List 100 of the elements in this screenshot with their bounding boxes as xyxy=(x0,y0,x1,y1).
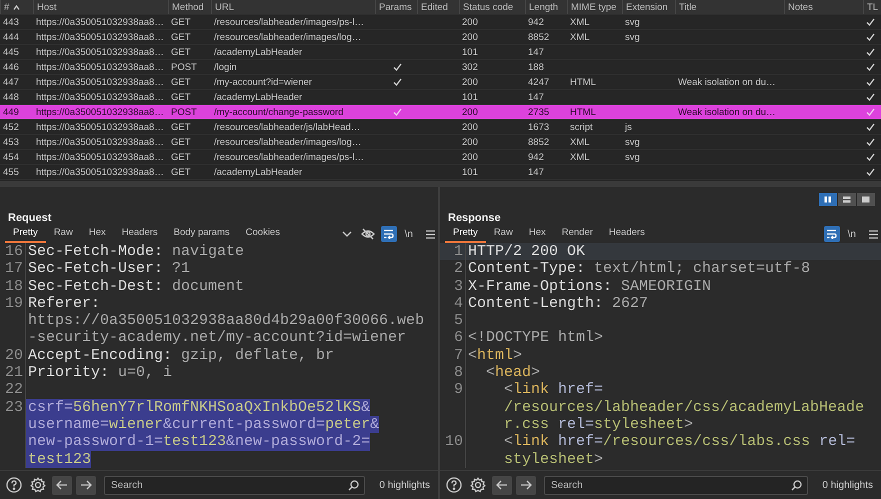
table-cell: https://0a350051032938aa8… xyxy=(36,47,164,58)
panel-title: Response xyxy=(448,212,501,224)
wrap-lines-icon[interactable] xyxy=(383,229,394,239)
table-cell: 449 xyxy=(3,107,19,118)
tab[interactable]: Body params xyxy=(166,225,238,243)
table-cell: 302 xyxy=(462,62,478,73)
column-header[interactable]: Host xyxy=(37,0,57,14)
tab[interactable]: Cookies xyxy=(238,225,288,243)
code-line: /resources/labheader/css/academyLabHeade xyxy=(503,398,864,416)
line-number: 7 xyxy=(454,346,463,364)
table-cell: 445 xyxy=(3,47,19,58)
table-cell: /resources/labheader/images/log… xyxy=(214,32,362,43)
back-button[interactable] xyxy=(52,476,72,494)
tab[interactable]: Raw xyxy=(46,225,81,243)
code-line: Sec-Fetch-Dest: document xyxy=(27,278,244,295)
wrap-lines-icon[interactable] xyxy=(826,229,838,239)
search-field[interactable]: Search xyxy=(104,476,366,494)
arrow-left-icon[interactable] xyxy=(496,480,508,490)
table-cell: svg xyxy=(625,32,640,43)
layout-button[interactable] xyxy=(857,193,875,206)
arrow-right-icon[interactable] xyxy=(80,480,92,490)
table-cell: https://0a350051032938aa8… xyxy=(36,62,164,73)
line-number: 20 xyxy=(4,346,23,364)
menu-icon[interactable] xyxy=(868,230,878,238)
table-cell: 4247 xyxy=(528,77,550,88)
menu-icon[interactable] xyxy=(424,230,436,238)
table-cell: GET xyxy=(171,137,191,148)
table-cell: /resources/labheader/js/labHead… xyxy=(214,122,360,133)
table-cell: GET xyxy=(171,122,191,133)
table-cell: Weak isolation on du… xyxy=(678,77,776,88)
search-field[interactable]: Search xyxy=(544,476,808,494)
rows-layout-icon[interactable] xyxy=(842,195,852,204)
newline-toggle[interactable]: \n xyxy=(848,226,856,242)
panel-title: Request xyxy=(8,212,52,224)
tab[interactable]: Render xyxy=(554,225,601,243)
table-cell: POST xyxy=(171,62,197,73)
table-cell: /resources/labheader/images/log… xyxy=(214,137,362,148)
back-button[interactable] xyxy=(492,476,512,494)
table-cell: 443 xyxy=(3,17,19,28)
table-cell: 8852 xyxy=(528,32,550,43)
tab[interactable]: Raw xyxy=(486,225,521,243)
table-cell: https://0a350051032938aa8… xyxy=(36,167,164,178)
wrap-lines-button[interactable] xyxy=(824,226,840,242)
table-cell: 446 xyxy=(3,62,19,73)
table-cell: GET xyxy=(171,17,191,28)
table-cell: XML xyxy=(570,17,590,28)
column-header[interactable]: Length xyxy=(529,0,558,14)
forward-button[interactable] xyxy=(516,476,536,494)
forward-button[interactable] xyxy=(76,476,96,494)
wrap-lines-button[interactable] xyxy=(380,226,397,242)
line-number: 9 xyxy=(454,381,463,398)
tab[interactable]: Hex xyxy=(80,225,114,243)
highlighted-table-row[interactable]: 449 https://0a350051032938aa8… POST /my-account/change-password 200 2735 HTML Weak isolation on du… xyxy=(0,105,881,120)
sort-ascending-icon[interactable] xyxy=(13,4,20,10)
table-cell: 448 xyxy=(3,92,19,103)
column-header[interactable]: Edited xyxy=(421,0,448,14)
search-icon[interactable] xyxy=(348,480,360,490)
table-cell: XML xyxy=(570,32,590,43)
column-header[interactable]: Notes xyxy=(788,0,813,14)
table-cell: https://0a350051032938aa8… xyxy=(36,137,164,148)
table-cell: HTML xyxy=(570,77,596,88)
code-line: <html> xyxy=(467,346,522,364)
code-line: https://0a350051032938aa80d4b29a00f30066.web xyxy=(27,312,424,330)
layout-button[interactable] xyxy=(838,193,856,206)
tab[interactable]: Hex xyxy=(520,225,554,243)
highlights-count: 0 highlights xyxy=(822,478,873,492)
search-icon[interactable] xyxy=(791,480,802,490)
single-pane-icon[interactable] xyxy=(861,195,871,204)
line-number: 17 xyxy=(4,260,23,278)
newline-toggle[interactable]: \n xyxy=(404,226,413,242)
column-header[interactable]: MIME type xyxy=(571,0,616,14)
column-header[interactable]: Title xyxy=(679,0,697,14)
column-header[interactable]: URL xyxy=(215,0,234,14)
arrow-right-icon[interactable] xyxy=(520,480,532,490)
table-cell: /resources/labheader/images/ps-l… xyxy=(214,152,364,163)
column-header[interactable]: Status code xyxy=(463,0,514,14)
table-cell: 447 xyxy=(3,77,19,88)
column-header[interactable]: # xyxy=(4,0,10,14)
layout-button[interactable] xyxy=(819,193,837,206)
line-number: 23 xyxy=(4,398,23,416)
table-cell: js xyxy=(625,122,632,133)
columns-layout-icon[interactable] xyxy=(823,195,833,204)
line-number: 3 xyxy=(454,278,463,295)
code-line: -security-academy.net/my-account?id=wiener xyxy=(27,329,406,347)
arrow-left-icon[interactable] xyxy=(56,480,68,490)
tab[interactable]: Headers xyxy=(600,225,653,243)
table-cell: svg xyxy=(625,152,640,163)
column-header[interactable]: Method xyxy=(172,0,204,14)
table-cell: GET xyxy=(171,32,191,43)
table-cell: /resources/labheader/images/ps-l… xyxy=(214,17,364,28)
column-header[interactable]: TL xyxy=(867,0,878,14)
table-cell: 200 xyxy=(462,32,478,43)
table-cell: Weak isolation on du… xyxy=(678,107,776,118)
table-cell: svg xyxy=(625,17,640,28)
chevron-down-icon[interactable] xyxy=(342,231,352,237)
tab[interactable]: Headers xyxy=(114,225,166,243)
line-number: 21 xyxy=(4,364,23,382)
column-header[interactable]: Extension xyxy=(626,0,668,14)
column-header[interactable]: Params xyxy=(379,0,412,14)
code-line: <!DOCTYPE html> xyxy=(467,329,604,347)
